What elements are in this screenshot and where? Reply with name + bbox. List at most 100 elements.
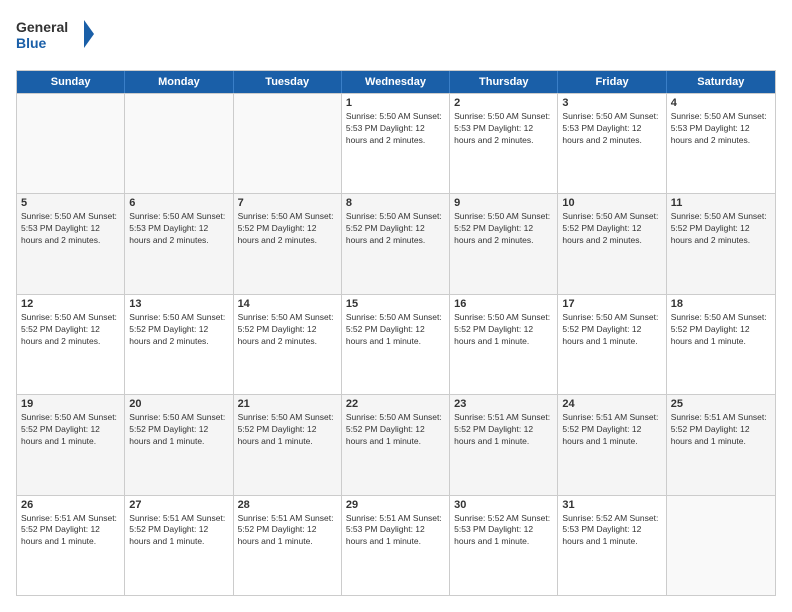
day-number: 8 bbox=[346, 197, 445, 209]
day-number: 22 bbox=[346, 398, 445, 410]
header-sunday: Sunday bbox=[17, 71, 125, 93]
calendar-body: 1 Sunrise: 5:50 AM Sunset: 5:53 PM Daylig… bbox=[17, 93, 775, 595]
day-info: Sunrise: 5:50 AM Sunset: 5:52 PM Dayligh… bbox=[454, 211, 553, 247]
day-cell-2-4: 16 Sunrise: 5:50 AM Sunset: 5:52 PM Dayli… bbox=[450, 295, 558, 394]
day-cell-0-2 bbox=[234, 94, 342, 193]
calendar-header: Sunday Monday Tuesday Wednesday Thursday… bbox=[17, 71, 775, 93]
day-number: 15 bbox=[346, 298, 445, 310]
logo-svg: General Blue bbox=[16, 16, 96, 60]
day-cell-3-3: 22 Sunrise: 5:50 AM Sunset: 5:52 PM Dayli… bbox=[342, 395, 450, 494]
day-info: Sunrise: 5:50 AM Sunset: 5:52 PM Dayligh… bbox=[346, 412, 445, 448]
day-number: 28 bbox=[238, 499, 337, 511]
day-info: Sunrise: 5:50 AM Sunset: 5:52 PM Dayligh… bbox=[562, 211, 661, 247]
day-cell-2-0: 12Sunrise: 5:50 AM Sunset: 5:52 PM Dayli… bbox=[17, 295, 125, 394]
day-info: Sunrise: 5:50 AM Sunset: 5:52 PM Dayligh… bbox=[671, 211, 771, 247]
day-info: Sunrise: 5:50 AM Sunset: 5:53 PM Dayligh… bbox=[454, 111, 553, 147]
day-number: 9 bbox=[454, 197, 553, 209]
day-info: Sunrise: 5:50 AM Sunset: 5:52 PM Dayligh… bbox=[21, 412, 120, 448]
day-info: Sunrise: 5:50 AM Sunset: 5:52 PM Dayligh… bbox=[238, 211, 337, 247]
day-info: Sunrise: 5:51 AM Sunset: 5:52 PM Dayligh… bbox=[21, 513, 120, 549]
day-number: 13 bbox=[129, 298, 228, 310]
day-cell-4-2: 28 Sunrise: 5:51 AM Sunset: 5:52 PM Dayli… bbox=[234, 496, 342, 595]
day-number: 11 bbox=[671, 197, 771, 209]
day-info: Sunrise: 5:50 AM Sunset: 5:52 PM Dayligh… bbox=[238, 312, 337, 348]
day-cell-3-0: 19 Sunrise: 5:50 AM Sunset: 5:52 PM Dayli… bbox=[17, 395, 125, 494]
day-cell-0-6: 4 Sunrise: 5:50 AM Sunset: 5:53 PM Daylig… bbox=[667, 94, 775, 193]
day-info: Sunrise: 5:50 AM Sunset: 5:53 PM Dayligh… bbox=[346, 111, 445, 147]
day-cell-1-4: 9 Sunrise: 5:50 AM Sunset: 5:52 PM Daylig… bbox=[450, 194, 558, 293]
day-cell-4-0: 26 Sunrise: 5:51 AM Sunset: 5:52 PM Dayli… bbox=[17, 496, 125, 595]
day-info: Sunrise: 5:51 AM Sunset: 5:52 PM Dayligh… bbox=[238, 513, 337, 549]
day-number: 19 bbox=[21, 398, 120, 410]
day-cell-1-3: 8 Sunrise: 5:50 AM Sunset: 5:52 PM Daylig… bbox=[342, 194, 450, 293]
header-monday: Monday bbox=[125, 71, 233, 93]
header-tuesday: Tuesday bbox=[234, 71, 342, 93]
day-info: Sunrise: 5:50 AM Sunset: 5:53 PM Dayligh… bbox=[671, 111, 771, 147]
day-info: Sunrise: 5:51 AM Sunset: 5:52 PM Dayligh… bbox=[454, 412, 553, 448]
week-row-5: 26 Sunrise: 5:51 AM Sunset: 5:52 PM Dayli… bbox=[17, 495, 775, 595]
day-number: 16 bbox=[454, 298, 553, 310]
day-number: 4 bbox=[671, 97, 771, 109]
day-info: Sunrise: 5:51 AM Sunset: 5:52 PM Dayligh… bbox=[671, 412, 771, 448]
day-cell-3-6: 25 Sunrise: 5:51 AM Sunset: 5:52 PM Dayli… bbox=[667, 395, 775, 494]
day-number: 5 bbox=[21, 197, 120, 209]
day-number: 6 bbox=[129, 197, 228, 209]
day-number: 31 bbox=[562, 499, 661, 511]
day-info: Sunrise: 5:50 AM Sunset: 5:52 PM Dayligh… bbox=[671, 312, 771, 348]
day-info: Sunrise: 5:50 AM Sunset: 5:52 PM Dayligh… bbox=[454, 312, 553, 348]
day-cell-1-0: 5 Sunrise: 5:50 AM Sunset: 5:53 PM Daylig… bbox=[17, 194, 125, 293]
day-info: Sunrise: 5:50 AM Sunset: 5:52 PM Dayligh… bbox=[562, 312, 661, 348]
day-cell-2-3: 15Sunrise: 5:50 AM Sunset: 5:52 PM Dayli… bbox=[342, 295, 450, 394]
day-cell-4-1: 27 Sunrise: 5:51 AM Sunset: 5:52 PM Dayli… bbox=[125, 496, 233, 595]
day-cell-4-6 bbox=[667, 496, 775, 595]
week-row-4: 19 Sunrise: 5:50 AM Sunset: 5:52 PM Dayli… bbox=[17, 394, 775, 494]
day-cell-3-2: 21 Sunrise: 5:50 AM Sunset: 5:52 PM Dayli… bbox=[234, 395, 342, 494]
day-info: Sunrise: 5:50 AM Sunset: 5:53 PM Dayligh… bbox=[21, 211, 120, 247]
svg-text:General: General bbox=[16, 19, 68, 35]
day-number: 23 bbox=[454, 398, 553, 410]
day-cell-4-3: 29Sunrise: 5:51 AM Sunset: 5:53 PM Dayli… bbox=[342, 496, 450, 595]
svg-text:Blue: Blue bbox=[16, 35, 47, 51]
day-info: Sunrise: 5:50 AM Sunset: 5:52 PM Dayligh… bbox=[238, 412, 337, 448]
day-info: Sunrise: 5:50 AM Sunset: 5:52 PM Dayligh… bbox=[129, 312, 228, 348]
header-thursday: Thursday bbox=[450, 71, 558, 93]
week-row-2: 5 Sunrise: 5:50 AM Sunset: 5:53 PM Daylig… bbox=[17, 193, 775, 293]
day-cell-0-0 bbox=[17, 94, 125, 193]
day-cell-0-5: 3 Sunrise: 5:50 AM Sunset: 5:53 PM Daylig… bbox=[558, 94, 666, 193]
week-row-1: 1 Sunrise: 5:50 AM Sunset: 5:53 PM Daylig… bbox=[17, 93, 775, 193]
day-info: Sunrise: 5:52 AM Sunset: 5:53 PM Dayligh… bbox=[562, 513, 661, 549]
calendar: Sunday Monday Tuesday Wednesday Thursday… bbox=[16, 70, 776, 596]
day-number: 7 bbox=[238, 197, 337, 209]
day-info: Sunrise: 5:51 AM Sunset: 5:52 PM Dayligh… bbox=[129, 513, 228, 549]
day-cell-2-1: 13 Sunrise: 5:50 AM Sunset: 5:52 PM Dayli… bbox=[125, 295, 233, 394]
day-cell-2-6: 18 Sunrise: 5:50 AM Sunset: 5:52 PM Dayli… bbox=[667, 295, 775, 394]
day-number: 21 bbox=[238, 398, 337, 410]
day-info: Sunrise: 5:50 AM Sunset: 5:52 PM Dayligh… bbox=[129, 412, 228, 448]
day-number: 1 bbox=[346, 97, 445, 109]
day-number: 26 bbox=[21, 499, 120, 511]
day-number: 10 bbox=[562, 197, 661, 209]
day-info: Sunrise: 5:50 AM Sunset: 5:52 PM Dayligh… bbox=[21, 312, 120, 348]
day-number: 3 bbox=[562, 97, 661, 109]
day-info: Sunrise: 5:51 AM Sunset: 5:53 PM Dayligh… bbox=[346, 513, 445, 549]
day-number: 14 bbox=[238, 298, 337, 310]
header: General Blue bbox=[16, 16, 776, 60]
day-cell-1-2: 7 Sunrise: 5:50 AM Sunset: 5:52 PM Daylig… bbox=[234, 194, 342, 293]
day-number: 27 bbox=[129, 499, 228, 511]
day-number: 18 bbox=[671, 298, 771, 310]
page: General Blue Sunday Monday Tuesday Wedne… bbox=[0, 0, 792, 612]
day-cell-3-1: 20Sunrise: 5:50 AM Sunset: 5:52 PM Dayli… bbox=[125, 395, 233, 494]
day-cell-3-4: 23 Sunrise: 5:51 AM Sunset: 5:52 PM Dayli… bbox=[450, 395, 558, 494]
day-info: Sunrise: 5:50 AM Sunset: 5:52 PM Dayligh… bbox=[346, 211, 445, 247]
day-cell-1-5: 10 Sunrise: 5:50 AM Sunset: 5:52 PM Dayli… bbox=[558, 194, 666, 293]
day-info: Sunrise: 5:50 AM Sunset: 5:53 PM Dayligh… bbox=[562, 111, 661, 147]
day-number: 30 bbox=[454, 499, 553, 511]
day-cell-2-5: 17 Sunrise: 5:50 AM Sunset: 5:52 PM Dayli… bbox=[558, 295, 666, 394]
day-info: Sunrise: 5:51 AM Sunset: 5:52 PM Dayligh… bbox=[562, 412, 661, 448]
day-cell-1-6: 11 Sunrise: 5:50 AM Sunset: 5:52 PM Dayli… bbox=[667, 194, 775, 293]
day-cell-3-5: 24Sunrise: 5:51 AM Sunset: 5:52 PM Dayli… bbox=[558, 395, 666, 494]
header-wednesday: Wednesday bbox=[342, 71, 450, 93]
day-cell-4-5: 31 Sunrise: 5:52 AM Sunset: 5:53 PM Dayli… bbox=[558, 496, 666, 595]
day-number: 25 bbox=[671, 398, 771, 410]
day-number: 17 bbox=[562, 298, 661, 310]
